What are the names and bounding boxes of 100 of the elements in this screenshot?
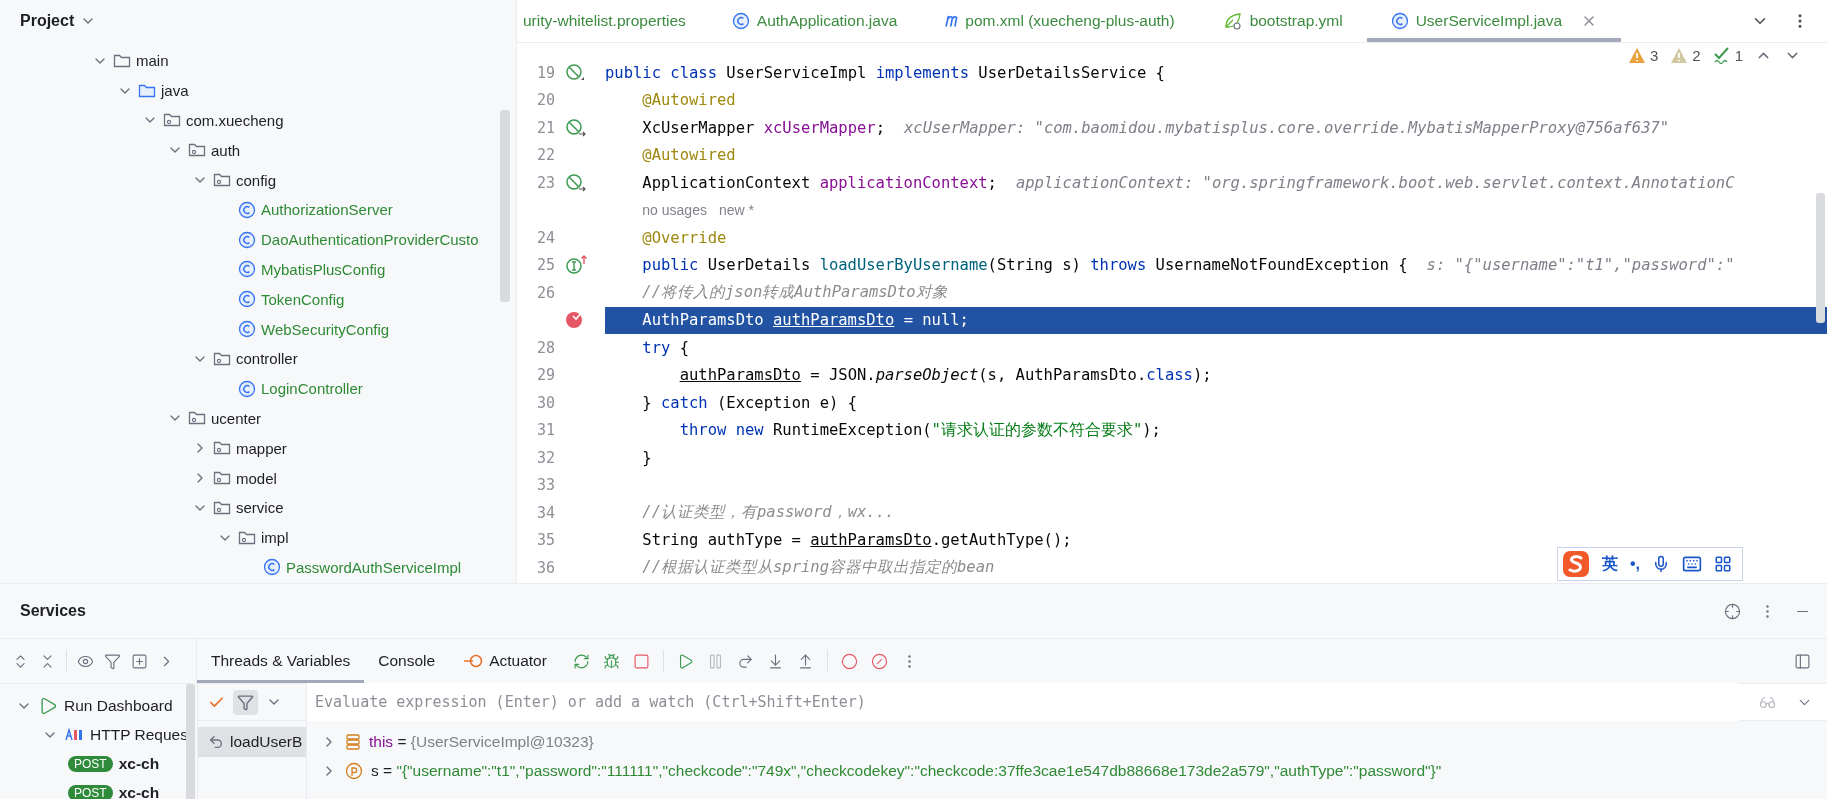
line-number: 21 <box>535 118 555 137</box>
editor-tab[interactable]: bootstrap.yml <box>1198 0 1367 42</box>
line-number: 33 <box>535 476 555 495</box>
folder-icon <box>138 82 156 99</box>
tree-item[interactable]: mapper <box>236 439 287 457</box>
editor-tab[interactable]: AuthApplication.java <box>707 0 922 42</box>
tree-item[interactable]: service <box>236 499 284 517</box>
debug-icon[interactable] <box>602 652 620 670</box>
tree-item[interactable]: LoginController <box>261 380 363 398</box>
code-line: ApplicationContext applicationContext; <box>642 173 997 192</box>
request-item[interactable]: xc-ch <box>118 783 160 799</box>
editor-tab[interactable]: UserServiceImpl.java <box>1366 0 1622 42</box>
typo-count[interactable]: 1 <box>1734 46 1743 64</box>
variable-value[interactable]: this = {UserServiceImpl@10323} <box>369 732 594 751</box>
scrollbar-thumb[interactable] <box>500 110 510 302</box>
usage-hint[interactable]: new * <box>718 202 754 219</box>
class-icon <box>263 558 281 577</box>
line-number: 19 <box>535 63 555 82</box>
panel-title[interactable]: Project <box>20 12 75 30</box>
line-number: 28 <box>535 338 555 357</box>
line-number: 29 <box>535 366 555 385</box>
code-line: try { <box>642 338 689 357</box>
tree-item[interactable]: impl <box>261 529 289 547</box>
stop-icon[interactable] <box>632 652 650 670</box>
return-arrow-icon <box>208 734 224 750</box>
bean-icon[interactable] <box>565 62 587 83</box>
implements-icon[interactable] <box>565 255 589 276</box>
tree-item[interactable]: Run Dashboard <box>64 696 173 715</box>
inline-value-hint: xcUserMapper: "com.baomidou.mybatisplus.core.override.MybatisMapperProxy@756af637" <box>903 118 1670 137</box>
inline-value-hint: applicationContext: "org.springframework.boot.web.servlet.context.AnnotationC <box>1015 173 1735 192</box>
variable-value[interactable]: s = "{"username":"t1","password":"111111","checkcode":"749x","checkcodekey":"checkcode:37ffe3cae1e547db88668e173de2a579","authType":"password"}" <box>371 761 1442 780</box>
add-icon[interactable] <box>131 652 148 670</box>
grid-icon[interactable] <box>1714 555 1732 573</box>
tree-item[interactable]: model <box>236 469 277 487</box>
tree-item[interactable]: WebSecurityConfig <box>261 320 390 338</box>
code-line: //将传入的json转成AuthParamsDto对象 <box>642 282 948 304</box>
code-line: XcUserMapper xcUserMapper; <box>642 118 885 137</box>
scrollbar-thumb[interactable] <box>186 684 195 799</box>
leaf-icon <box>1222 12 1243 30</box>
tree-item[interactable]: MybatisPlusConfig <box>261 260 386 278</box>
package-icon <box>213 350 231 367</box>
tree-item[interactable]: HTTP Reques <box>90 725 188 744</box>
tree-item[interactable]: config <box>236 171 277 189</box>
tree-item[interactable]: controller <box>236 350 298 368</box>
breakpoint-icon[interactable] <box>565 310 585 331</box>
mute-breakpoints-icon[interactable] <box>870 652 888 670</box>
usage-hint[interactable]: no usages <box>642 202 707 219</box>
editor-tab[interactable]: urity-whitelist.properties <box>517 0 708 42</box>
debugger-tab[interactable]: Actuator <box>449 639 561 683</box>
code-line: @Autowired <box>642 146 736 165</box>
check-icon[interactable] <box>1712 46 1731 64</box>
weak-warning-count[interactable]: 2 <box>1692 46 1701 64</box>
method-badge: POST <box>68 784 113 799</box>
class-icon <box>1390 12 1409 30</box>
request-item[interactable]: xc-ch <box>118 754 160 773</box>
line-number: 34 <box>535 503 555 522</box>
bean-icon[interactable] <box>565 172 587 193</box>
class-icon <box>238 200 256 219</box>
code-line: throw new RuntimeException("请求认证的参数不符合要求"); <box>679 419 1161 441</box>
code-line: //根据认证类型从spring容器中取出指定的bean <box>642 557 995 579</box>
tree-item[interactable]: com.xuecheng <box>186 112 284 129</box>
layout-icon[interactable] <box>1794 652 1811 670</box>
microphone-icon[interactable] <box>1652 555 1670 573</box>
tree-item[interactable]: DaoAuthenticationProviderCusto <box>261 231 479 249</box>
breakpoints-icon[interactable] <box>840 652 858 670</box>
code-line: public class UserServiceImpl implements UserDetailsService { <box>605 63 1165 82</box>
code-line: //认证类型，有password，wx... <box>642 502 895 524</box>
punctuation-mode[interactable]: •, <box>1629 555 1640 573</box>
package-icon <box>188 410 206 427</box>
code-line: @Autowired <box>642 91 736 110</box>
line-number: 31 <box>535 421 555 440</box>
package-icon <box>238 529 256 546</box>
scrollbar-thumb[interactable] <box>1816 193 1825 323</box>
package-icon <box>213 440 231 457</box>
editor-tab[interactable]: pom.xml (xuecheng-plus-auth) <box>921 0 1199 42</box>
package-icon <box>213 172 231 189</box>
debugger-tab[interactable]: Threads & Variables <box>197 639 365 683</box>
warning-count[interactable]: 3 <box>1649 46 1659 64</box>
stack-frame[interactable]: loadUserB <box>198 727 306 757</box>
tree-item[interactable]: ucenter <box>211 409 262 427</box>
bean-icon[interactable] <box>565 117 587 138</box>
ime-logo-icon[interactable] <box>1561 550 1590 578</box>
filter-icon[interactable] <box>104 652 121 670</box>
package-icon <box>163 112 181 129</box>
line-number: 35 <box>535 531 555 550</box>
step-over-icon[interactable] <box>736 652 754 670</box>
expression-field[interactable]: Evaluate expression (Enter) or add a watch (Ctrl+Shift+Enter) <box>307 684 1827 721</box>
input-mode[interactable]: 英 <box>1601 553 1618 575</box>
tree-item[interactable]: TokenConfig <box>261 290 345 308</box>
filter-button[interactable] <box>233 689 258 715</box>
debugger-tab[interactable]: Console <box>364 639 450 683</box>
line-number: 23 <box>535 173 555 192</box>
tree-item[interactable]: AuthorizationServer <box>261 201 393 219</box>
crosshair-icon[interactable] <box>1724 602 1741 620</box>
rerun-icon[interactable] <box>572 652 590 670</box>
tree-item[interactable]: main <box>136 52 169 70</box>
tree-item[interactable]: java <box>161 82 189 100</box>
tree-item[interactable]: PasswordAuthServiceImpl <box>286 558 462 576</box>
keyboard-icon[interactable] <box>1682 554 1702 574</box>
tree-item[interactable]: auth <box>211 141 241 159</box>
